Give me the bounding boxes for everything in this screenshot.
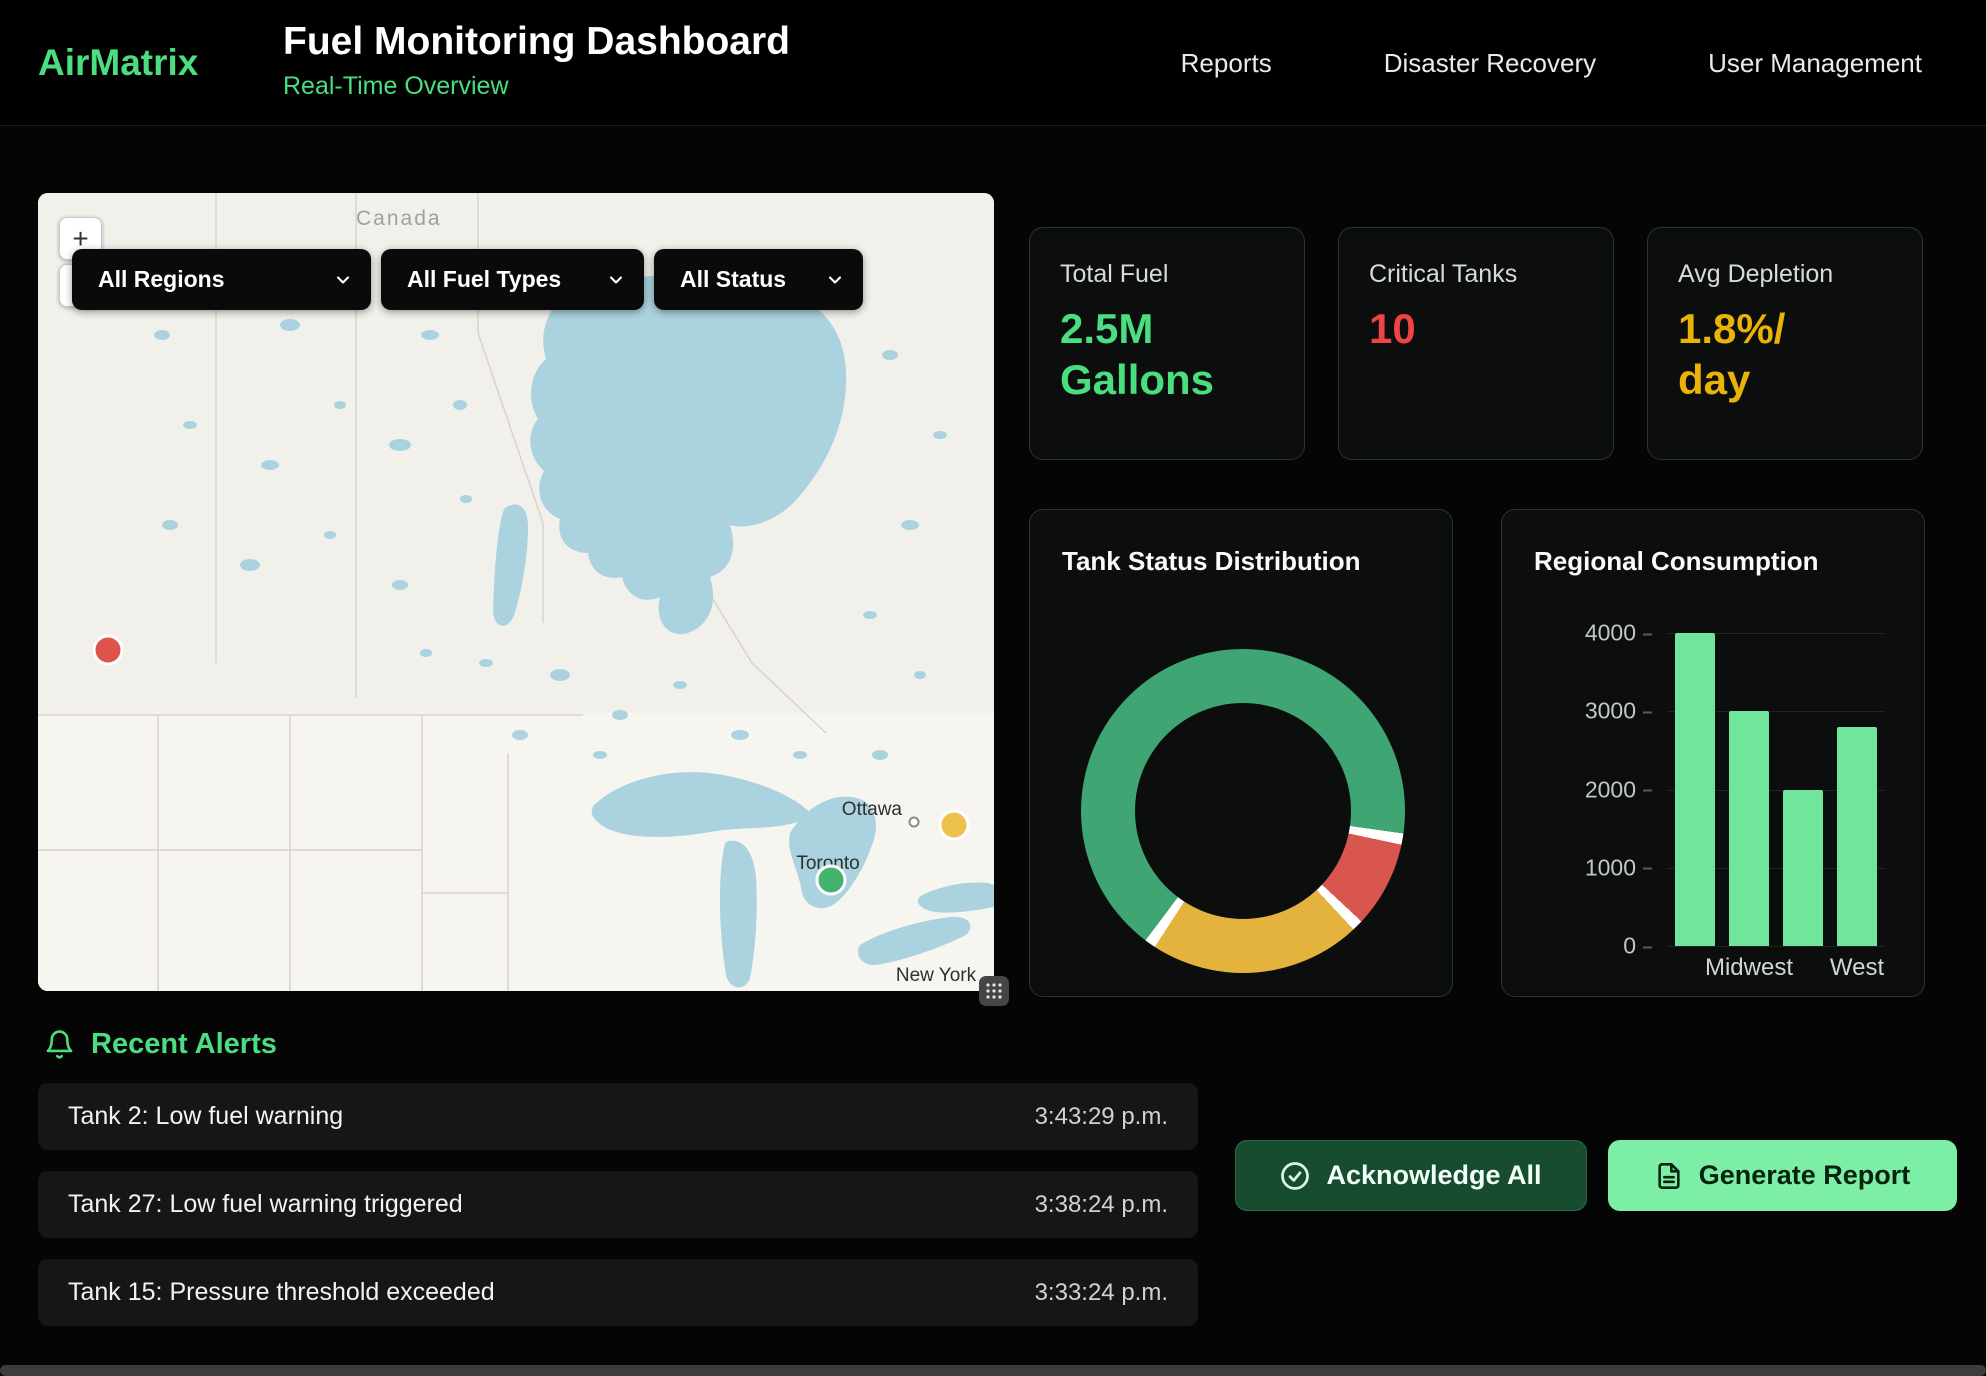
y-tick-label: 1000 (1585, 854, 1636, 881)
stat-value-line1: 1.8%/ (1678, 303, 1902, 354)
map-filter-bar: All Regions All Fuel Types All Status (72, 249, 863, 310)
map-label-country: Canada (356, 207, 442, 230)
filter-regions-label: All Regions (98, 266, 225, 293)
bar (1729, 711, 1769, 946)
filter-fuel-types-dropdown[interactable]: All Fuel Types (381, 249, 644, 310)
generate-report-label: Generate Report (1699, 1160, 1911, 1191)
stat-card-total-fuel: Total Fuel 2.5M Gallons (1029, 227, 1305, 460)
stat-value-line1: 10 (1369, 303, 1593, 354)
tank-status-donut-chart (1081, 649, 1405, 973)
brand-logo[interactable]: AirMatrix (38, 0, 198, 126)
document-icon (1655, 1162, 1683, 1190)
y-tick-label: 2000 (1585, 776, 1636, 803)
map-city-dot (910, 818, 919, 827)
gridline (1667, 946, 1885, 947)
stat-label: Critical Tanks (1369, 260, 1593, 289)
alert-row[interactable]: Tank 27: Low fuel warning triggered 3:38… (38, 1171, 1198, 1238)
tank-status-chart-card: Tank Status Distribution (1029, 509, 1453, 997)
acknowledge-all-label: Acknowledge All (1326, 1160, 1541, 1191)
chart-title: Regional Consumption (1534, 546, 1819, 577)
y-tick-label: 0 (1623, 933, 1636, 960)
x-tick-label: West (1837, 954, 1877, 982)
page-title: Fuel Monitoring Dashboard (283, 20, 790, 64)
stat-value-line1: 2.5M (1060, 303, 1284, 354)
alert-row[interactable]: Tank 2: Low fuel warning 3:43:29 p.m. (38, 1083, 1198, 1150)
map[interactable]: Canada Ottawa Toronto New York + All Reg… (38, 193, 994, 991)
alert-time: 3:43:29 p.m. (1035, 1103, 1168, 1131)
stat-value: 1.8%/ day (1678, 303, 1902, 405)
map-marker-warning[interactable] (940, 811, 968, 839)
filter-status-label: All Status (680, 266, 786, 293)
alerts-title: Recent Alerts (91, 1028, 277, 1061)
regional-consumption-chart-card: Regional Consumption 4000 3000 2000 1000 0 M… (1501, 509, 1925, 997)
top-bar: AirMatrix Fuel Monitoring Dashboard Real… (0, 0, 1986, 126)
filter-status-dropdown[interactable]: All Status (654, 249, 863, 310)
title-block: Fuel Monitoring Dashboard Real-Time Over… (283, 20, 790, 101)
map-resize-handle[interactable] (979, 976, 1009, 1006)
bar (1837, 727, 1877, 946)
nav-item-user-management[interactable]: User Management (1708, 48, 1922, 79)
alert-time: 3:38:24 p.m. (1035, 1191, 1168, 1219)
bar-chart-x-axis: Midwest West (1675, 954, 1877, 982)
drag-dots-icon (985, 982, 1003, 1000)
acknowledge-all-button[interactable]: Acknowledge All (1235, 1140, 1587, 1211)
map-label-new-york: New York (896, 965, 977, 986)
horizontal-scrollbar[interactable] (0, 1365, 1986, 1376)
dashboard-root: AirMatrix Fuel Monitoring Dashboard Real… (0, 0, 1986, 1376)
nav-item-reports[interactable]: Reports (1181, 48, 1272, 79)
alert-row[interactable]: Tank 15: Pressure threshold exceeded 3:3… (38, 1259, 1198, 1326)
stat-card-critical-tanks: Critical Tanks 10 (1338, 227, 1614, 460)
alert-text: Tank 15: Pressure threshold exceeded (68, 1278, 495, 1307)
bar-chart-bars (1675, 633, 1877, 946)
stat-value-line2: day (1678, 354, 1902, 405)
generate-report-button[interactable]: Generate Report (1608, 1140, 1957, 1211)
bell-icon (44, 1029, 75, 1060)
x-tick-label: Midwest (1729, 954, 1769, 982)
stat-value-line2: Gallons (1060, 354, 1284, 405)
regional-consumption-bar-chart (1675, 633, 1877, 946)
alert-text: Tank 27: Low fuel warning triggered (68, 1190, 463, 1219)
page-subtitle: Real-Time Overview (283, 72, 790, 101)
chart-title: Tank Status Distribution (1062, 546, 1361, 577)
y-tick-label: 3000 (1585, 698, 1636, 725)
stat-label: Total Fuel (1060, 260, 1284, 289)
stat-card-avg-depletion: Avg Depletion 1.8%/ day (1647, 227, 1923, 460)
map-marker-normal[interactable] (817, 866, 845, 894)
chevron-down-icon (825, 270, 845, 290)
bar (1783, 790, 1823, 947)
chevron-down-icon (606, 270, 626, 290)
bar-chart-y-axis: 40003000200010000 (1502, 633, 1662, 946)
x-tick-label (1783, 954, 1823, 982)
nav-item-disaster-recovery[interactable]: Disaster Recovery (1384, 48, 1596, 79)
chevron-down-icon (333, 270, 353, 290)
bar (1675, 633, 1715, 946)
stat-label: Avg Depletion (1678, 260, 1902, 289)
alerts-header: Recent Alerts (44, 1028, 277, 1061)
stat-value: 10 (1369, 303, 1593, 354)
filter-fuel-types-label: All Fuel Types (407, 266, 561, 293)
stat-value: 2.5M Gallons (1060, 303, 1284, 405)
map-label-ottawa: Ottawa (842, 799, 903, 820)
filter-regions-dropdown[interactable]: All Regions (72, 249, 371, 310)
map-marker-critical[interactable] (94, 636, 122, 664)
check-circle-icon (1280, 1161, 1310, 1191)
alert-text: Tank 2: Low fuel warning (68, 1102, 343, 1131)
map-canvas: Canada Ottawa Toronto New York (38, 193, 994, 991)
main-nav: Reports Disaster Recovery User Managemen… (1181, 0, 1922, 126)
alert-time: 3:33:24 p.m. (1035, 1279, 1168, 1307)
y-tick-label: 4000 (1585, 620, 1636, 647)
donut-hole (1135, 703, 1351, 919)
